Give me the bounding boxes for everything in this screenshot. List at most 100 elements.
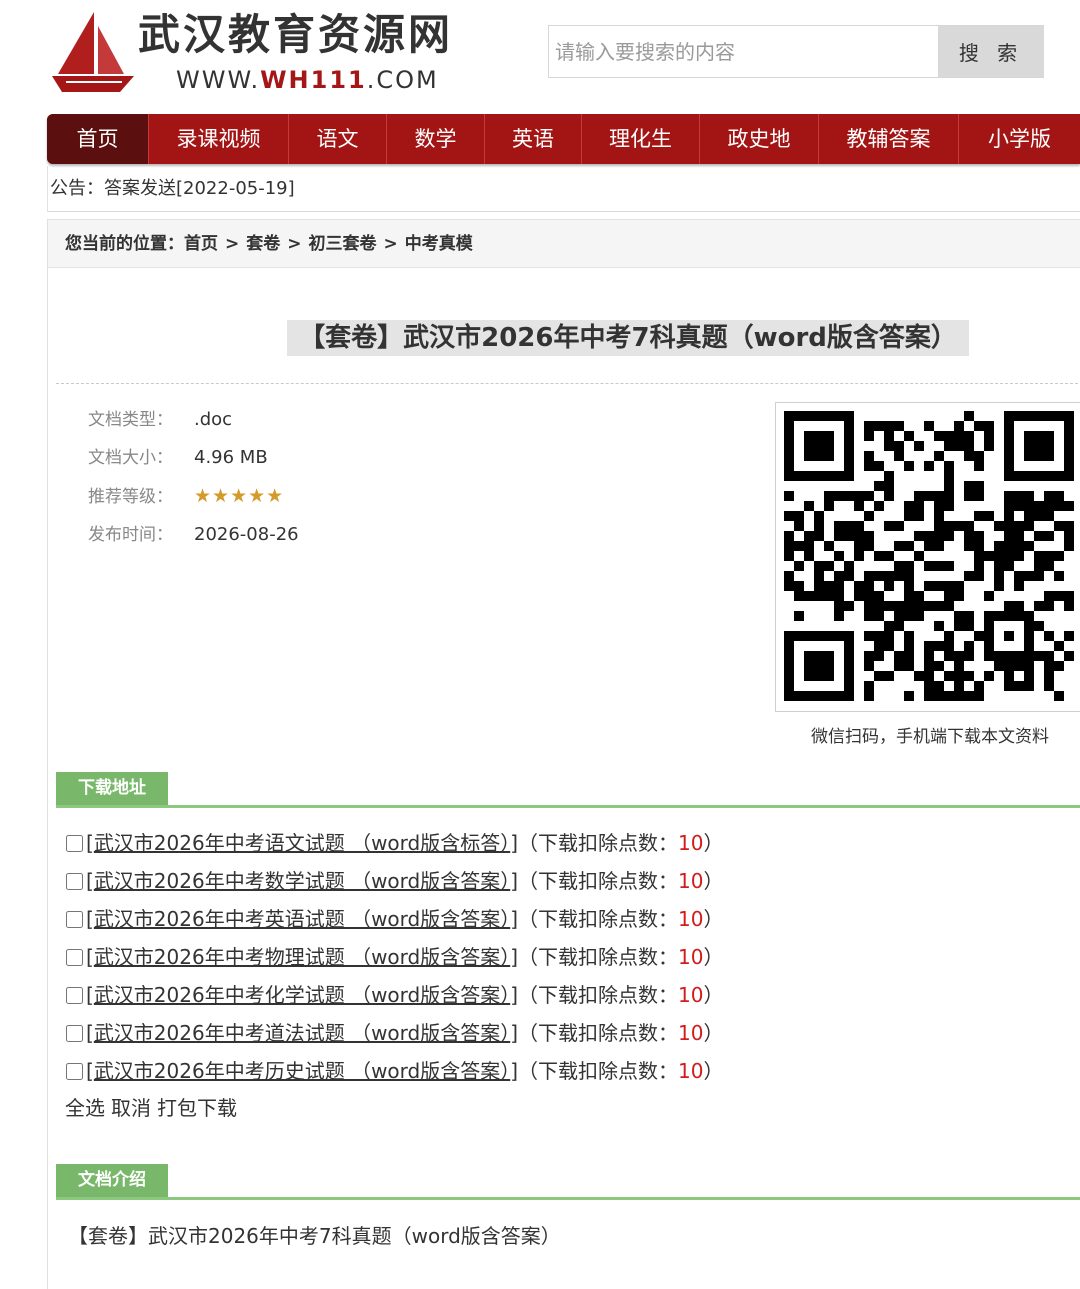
- download-item: [武汉市2026年中考物理试题 （word版含答案）]（下载扣除点数：10）: [66, 940, 724, 974]
- search-input[interactable]: [549, 26, 937, 77]
- bracket-open: [: [86, 1021, 94, 1045]
- nav-item-humanities[interactable]: 政史地: [700, 114, 819, 164]
- nav-item-primary[interactable]: 小学版: [959, 114, 1080, 164]
- breadcrumb-separator: >: [225, 234, 240, 254]
- site-url-suffix: .COM: [366, 66, 439, 94]
- meta-type-row: 文档类型： .doc: [88, 405, 232, 435]
- download-item: [武汉市2026年中考语文试题 （word版含标答）]（下载扣除点数：10）: [66, 826, 724, 860]
- bracket-close: ]: [510, 831, 519, 855]
- select-actions: 全选 取消 打包下载: [65, 1092, 243, 1121]
- notice-text[interactable]: 公告：答案发送[2022-05-19]: [50, 174, 295, 200]
- download-checkbox[interactable]: [66, 1025, 83, 1042]
- site-url-prefix: WWW.: [176, 66, 261, 94]
- breadcrumb-exam-real[interactable]: 中考真模: [405, 234, 473, 254]
- main-panel: 您当前的位置：首页 > 套卷 > 初三套卷 > 中考真模 【套卷】武汉市2026年中考7科真…: [47, 219, 1080, 1289]
- bracket-close: ]: [510, 983, 519, 1007]
- main-nav: 首页 录课视频 语文 数学 英语 理化生 政史地 教辅答案 小学版: [47, 114, 1080, 164]
- deduct-points: 10: [678, 1059, 704, 1083]
- download-link[interactable]: 武汉市2026年中考化学试题 （word版含答案）: [94, 983, 510, 1007]
- download-checkbox[interactable]: [66, 911, 83, 928]
- download-link[interactable]: 武汉市2026年中考道法试题 （word版含答案）: [94, 1021, 510, 1045]
- site-name[interactable]: 武汉教育资源网: [138, 6, 453, 64]
- sailboat-logo-icon[interactable]: [50, 8, 140, 96]
- deduct-points: 10: [678, 907, 704, 931]
- bracket-close: ]: [510, 1021, 519, 1045]
- deduct-label: （下载扣除点数：: [518, 831, 679, 855]
- page-title: 【套卷】武汉市2026年中考7科真题（word版含答案）: [287, 320, 969, 356]
- nav-item-english[interactable]: 英语: [485, 114, 582, 164]
- breadcrumb-separator: >: [287, 234, 302, 254]
- download-link[interactable]: 武汉市2026年中考历史试题 （word版含答案）: [94, 1059, 510, 1083]
- nav-item-video[interactable]: 录课视频: [149, 114, 289, 164]
- deduct-close: ）: [703, 945, 724, 969]
- title-wrap: 【套卷】武汉市2026年中考7科真题（word版含答案）: [48, 320, 1080, 356]
- download-link[interactable]: 武汉市2026年中考物理试题 （word版含答案）: [94, 945, 510, 969]
- download-link[interactable]: 武汉市2026年中考英语试题 （word版含答案）: [94, 907, 510, 931]
- download-checkbox[interactable]: [66, 873, 83, 890]
- breadcrumb-home[interactable]: 首页: [184, 234, 218, 254]
- meta-type-value: .doc: [194, 409, 233, 430]
- download-checkbox[interactable]: [66, 1063, 83, 1080]
- deduct-label: （下载扣除点数：: [518, 907, 679, 931]
- cancel-selection-button[interactable]: 取消: [111, 1096, 151, 1120]
- download-item: [武汉市2026年中考化学试题 （word版含答案）]（下载扣除点数：10）: [66, 978, 724, 1012]
- deduct-label: （下载扣除点数：: [518, 945, 679, 969]
- divider: [56, 383, 1080, 384]
- breadcrumb-prefix: 您当前的位置：: [65, 234, 184, 254]
- bracket-open: [: [86, 983, 94, 1007]
- meta-size-row: 文档大小： 4.96 MB: [88, 443, 268, 473]
- deduct-label: （下载扣除点数：: [518, 869, 679, 893]
- bracket-close: ]: [510, 869, 519, 893]
- deduct-close: ）: [703, 1021, 724, 1045]
- downloads-section-header: 下载地址: [56, 772, 1080, 808]
- pack-download-button[interactable]: 打包下载: [157, 1096, 237, 1120]
- download-item: [武汉市2026年中考历史试题 （word版含答案）]（下载扣除点数：10）: [66, 1054, 724, 1088]
- nav-item-math[interactable]: 数学: [387, 114, 485, 164]
- nav-item-home[interactable]: 首页: [47, 114, 149, 164]
- qr-code-icon: [784, 411, 1074, 701]
- breadcrumb: 您当前的位置：首页 > 套卷 > 初三套卷 > 中考真模: [48, 220, 1080, 268]
- deduct-close: ）: [703, 869, 724, 893]
- deduct-points: 10: [678, 945, 704, 969]
- search-button[interactable]: 搜 索: [938, 26, 1044, 77]
- bracket-open: [: [86, 907, 94, 931]
- download-link[interactable]: 武汉市2026年中考语文试题 （word版含标答）: [94, 831, 510, 855]
- nav-item-science[interactable]: 理化生: [582, 114, 700, 164]
- breadcrumb-grade9-sets[interactable]: 初三套卷: [309, 234, 377, 254]
- select-all-button[interactable]: 全选: [65, 1096, 105, 1120]
- deduct-label: （下载扣除点数：: [518, 983, 679, 1007]
- nav-item-chinese[interactable]: 语文: [289, 114, 387, 164]
- intro-text: 【套卷】武汉市2026年中考7科真题（word版含答案）: [68, 1224, 561, 1248]
- deduct-close: ）: [703, 1059, 724, 1083]
- download-checkbox[interactable]: [66, 835, 83, 852]
- intro-section-title: 文档介绍: [56, 1164, 168, 1197]
- breadcrumb-sets[interactable]: 套卷: [246, 234, 280, 254]
- bracket-open: [: [86, 831, 94, 855]
- download-checkbox[interactable]: [66, 949, 83, 966]
- intro-section-header: 文档介绍: [56, 1164, 1080, 1200]
- meta-size-label: 文档大小：: [88, 448, 173, 468]
- meta-date-value: 2026-08-26: [194, 524, 299, 545]
- deduct-close: ）: [703, 907, 724, 931]
- site-url[interactable]: WWW.WH111.COM: [176, 64, 439, 96]
- bracket-open: [: [86, 1059, 94, 1083]
- deduct-close: ）: [703, 983, 724, 1007]
- downloads-section-title: 下载地址: [56, 772, 168, 805]
- search-box: 搜 索: [548, 25, 1044, 78]
- qr-code-frame: [775, 402, 1080, 712]
- nav-item-answers[interactable]: 教辅答案: [819, 114, 959, 164]
- deduct-label: （下载扣除点数：: [518, 1021, 679, 1045]
- deduct-points: 10: [678, 983, 704, 1007]
- meta-date-label: 发布时间：: [88, 525, 173, 545]
- bracket-open: [: [86, 945, 94, 969]
- deduct-label: （下载扣除点数：: [518, 1059, 679, 1083]
- download-item: [武汉市2026年中考道法试题 （word版含答案）]（下载扣除点数：10）: [66, 1016, 724, 1050]
- download-checkbox[interactable]: [66, 987, 83, 1004]
- meta-size-value: 4.96 MB: [194, 447, 268, 468]
- bracket-close: ]: [510, 1059, 519, 1083]
- bracket-close: ]: [510, 907, 519, 931]
- deduct-points: 10: [678, 831, 704, 855]
- deduct-points: 10: [678, 1021, 704, 1045]
- download-link[interactable]: 武汉市2026年中考数学试题 （word版含答案）: [94, 869, 510, 893]
- meta-rating-row: 推荐等级： ★★★★★: [88, 481, 284, 511]
